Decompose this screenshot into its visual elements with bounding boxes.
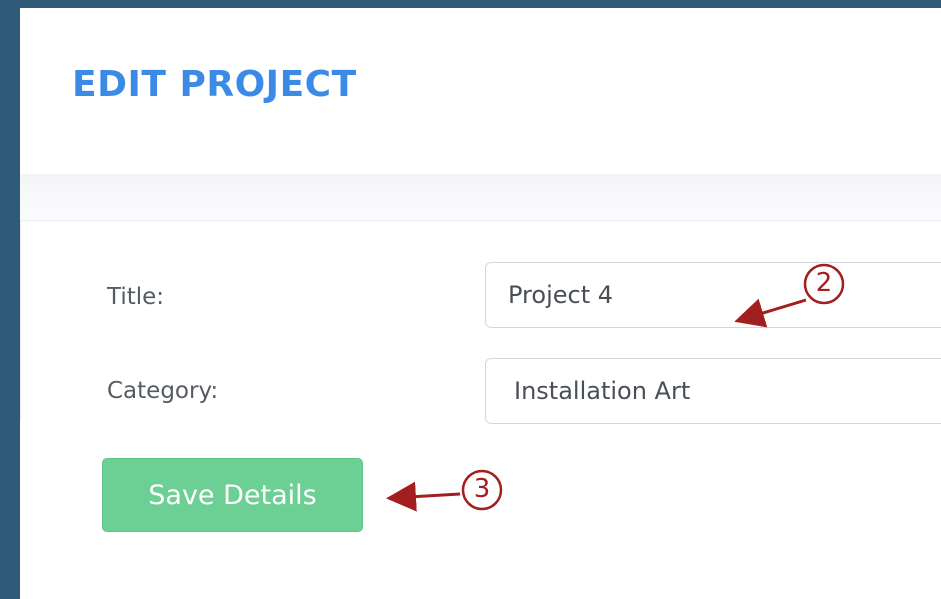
page-title: EDIT PROJECT: [72, 64, 357, 105]
annotation-2-number: 2: [815, 268, 833, 298]
title-input[interactable]: Project 4: [485, 262, 941, 328]
title-label: Title:: [107, 284, 165, 310]
title-input-value: Project 4: [508, 281, 614, 309]
annotation-3: 3: [384, 468, 514, 518]
annotation-3-number: 3: [473, 474, 491, 504]
card-header: EDIT PROJECT: [20, 8, 941, 174]
left-edge-line: [20, 220, 21, 420]
category-select-value: Installation Art: [514, 377, 691, 405]
category-label: Category:: [107, 378, 219, 404]
section-divider: [20, 174, 941, 221]
category-select[interactable]: Installation Art: [485, 358, 941, 424]
annotation-2: 2: [732, 262, 862, 332]
save-details-button[interactable]: Save Details: [102, 458, 363, 532]
